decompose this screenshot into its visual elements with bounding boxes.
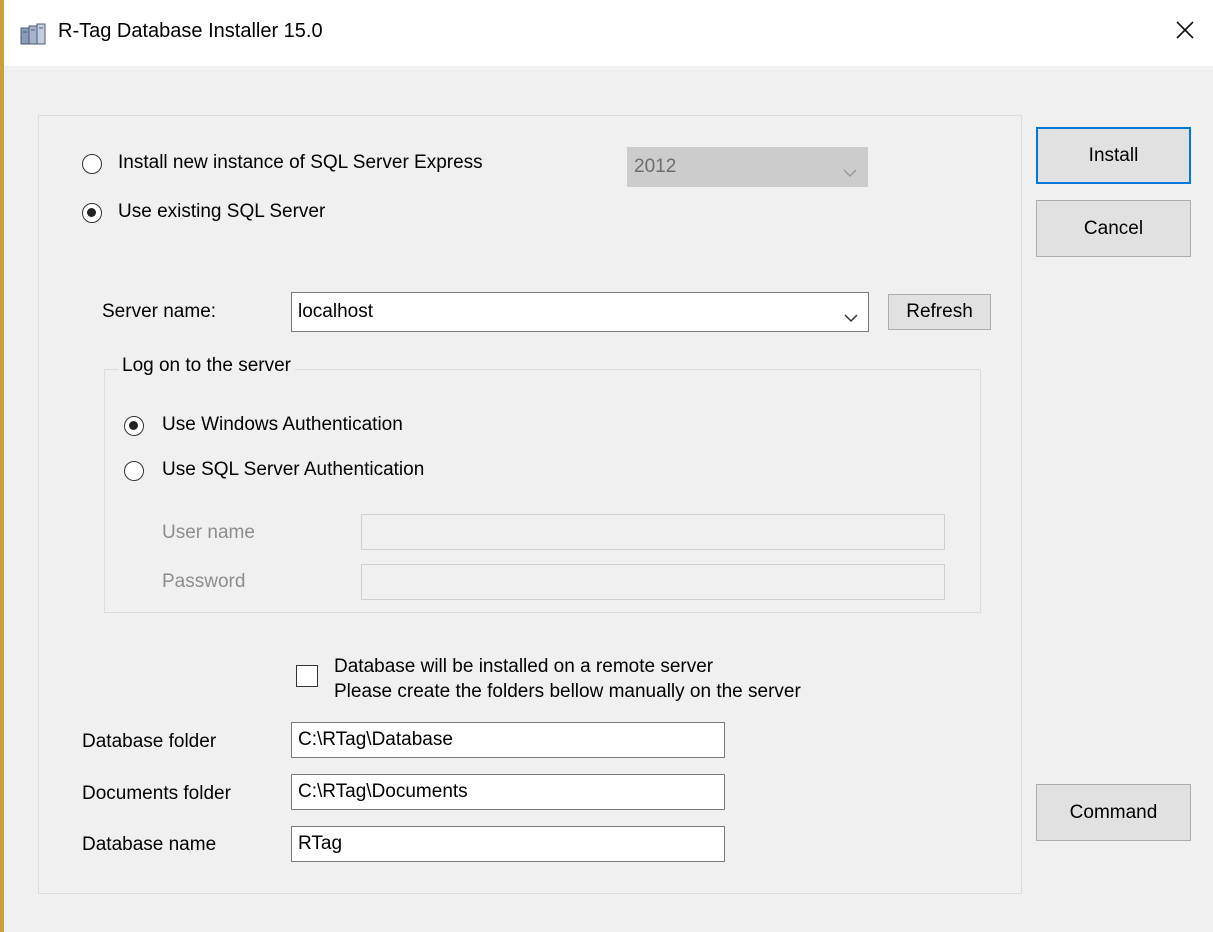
window-title: R-Tag Database Installer 15.0 xyxy=(58,20,323,42)
database-name-label: Database name xyxy=(82,834,217,855)
install-button[interactable]: Install xyxy=(1036,127,1191,184)
database-folder-field[interactable]: C:\RTag\Database xyxy=(291,722,725,758)
cancel-button[interactable]: Cancel xyxy=(1036,200,1191,257)
command-button[interactable]: Command xyxy=(1036,784,1191,841)
logon-group-label: Log on to the server xyxy=(118,355,295,377)
existing-server-label[interactable]: Use existing SQL Server xyxy=(118,201,325,223)
new-instance-label[interactable]: Install new instance of SQL Server Expre… xyxy=(118,152,483,174)
password-field[interactable] xyxy=(361,564,945,600)
remote-server-checkbox[interactable] xyxy=(296,665,318,687)
existing-server-radio[interactable] xyxy=(82,203,102,223)
windows-auth-radio[interactable] xyxy=(124,416,144,436)
remote-server-line1[interactable]: Database will be installed on a remote s… xyxy=(334,654,713,679)
username-label: User name xyxy=(162,522,255,543)
server-name-value: localhost xyxy=(298,301,373,322)
database-name-field[interactable]: RTag xyxy=(291,826,725,862)
close-icon xyxy=(1175,20,1195,46)
documents-folder-field[interactable]: C:\RTag\Documents xyxy=(291,774,725,810)
database-folder-label: Database folder xyxy=(82,731,217,752)
username-field[interactable] xyxy=(361,514,945,550)
chevron-down-icon[interactable] xyxy=(844,307,858,323)
documents-folder-label: Documents folder xyxy=(82,783,231,804)
sql-version-select[interactable]: 2012 xyxy=(627,147,868,187)
server-name-combo[interactable]: localhost xyxy=(291,292,869,332)
new-instance-radio[interactable] xyxy=(82,154,102,174)
chevron-down-icon xyxy=(843,162,857,178)
windows-auth-label[interactable]: Use Windows Authentication xyxy=(162,414,403,436)
installer-window: R-Tag Database Installer 15.0 Install ne… xyxy=(0,0,1213,932)
sql-auth-radio[interactable] xyxy=(124,461,144,481)
refresh-button[interactable]: Refresh xyxy=(888,294,991,330)
title-bar: R-Tag Database Installer 15.0 xyxy=(4,0,1213,66)
server-name-label: Server name: xyxy=(102,301,217,322)
close-button[interactable] xyxy=(1157,0,1213,66)
database-app-icon xyxy=(20,23,46,45)
remote-server-line2: Please create the folders bellow manuall… xyxy=(334,681,801,702)
sql-auth-label[interactable]: Use SQL Server Authentication xyxy=(162,459,424,481)
password-label: Password xyxy=(162,571,246,592)
sql-version-value: 2012 xyxy=(634,156,677,177)
